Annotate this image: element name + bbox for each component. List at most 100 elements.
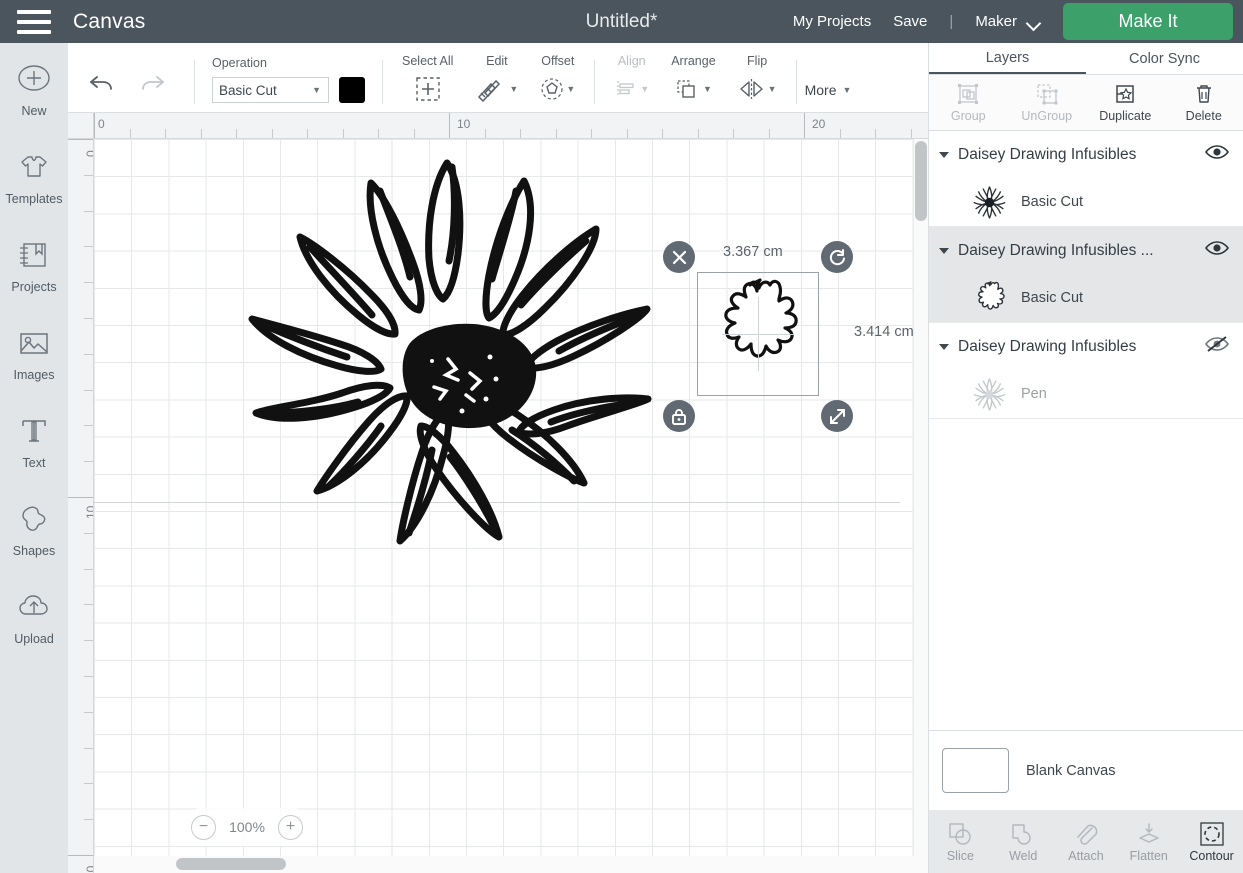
selection-resize-handle[interactable]: [821, 400, 853, 432]
edit-button[interactable]: Edit ▼: [464, 54, 529, 112]
visibility-toggle-icon[interactable]: [1205, 144, 1229, 165]
layers-list[interactable]: Daisey Drawing Infusibles Basic Cut Dais…: [929, 131, 1243, 730]
visibility-toggle-icon[interactable]: [1205, 335, 1229, 358]
layer-header[interactable]: Daisey Drawing Infusibles ...: [929, 227, 1243, 274]
horizontal-ruler[interactable]: 0 10 20: [68, 113, 928, 139]
left-rail: New Templates Projects Images Text Shape…: [0, 43, 68, 873]
zoom-out-button[interactable]: −: [191, 814, 216, 840]
chevron-down-icon[interactable]: [939, 343, 949, 350]
arrange-icon: ▼: [675, 75, 712, 103]
horizontal-scroll-thumb[interactable]: [176, 858, 286, 870]
canvas-color-label: Blank Canvas: [1026, 762, 1116, 779]
layer-actions-bar: Group UnGroup Duplicate Delete: [929, 75, 1243, 131]
rail-item-text[interactable]: Text: [0, 413, 68, 501]
selection-height-label: 3.414 cm: [854, 324, 914, 340]
rail-item-shapes[interactable]: Shapes: [0, 501, 68, 589]
flatten-button[interactable]: Flatten: [1117, 821, 1180, 863]
design-grid[interactable]: [94, 139, 928, 873]
layer-name: Daisey Drawing Infusibles ...: [958, 241, 1154, 259]
zoom-in-button[interactable]: +: [278, 814, 303, 840]
selection-width-label: 3.367 cm: [723, 244, 783, 260]
my-projects-link[interactable]: My Projects: [793, 13, 871, 30]
flip-icon: ▼: [738, 75, 777, 103]
canvas-label: Canvas: [73, 9, 146, 33]
plus-circle-icon: [18, 65, 50, 91]
slice-button[interactable]: Slice: [929, 821, 992, 863]
history-group: [68, 42, 186, 112]
rail-label: Text: [22, 456, 46, 470]
selection-bounding-box[interactable]: [697, 272, 819, 396]
ruler-h-label: 20: [812, 117, 826, 131]
visibility-toggle-icon[interactable]: [1205, 240, 1229, 261]
rail-label: New: [21, 104, 47, 118]
duplicate-button[interactable]: Duplicate: [1086, 75, 1165, 130]
contour-button[interactable]: Contour: [1180, 821, 1243, 863]
tab-layers[interactable]: Layers: [929, 43, 1086, 74]
chevron-down-icon: ▼: [767, 84, 777, 94]
layer-group[interactable]: Daisey Drawing Infusibles ... Basic Cut: [929, 227, 1243, 323]
machine-name: Maker: [975, 13, 1017, 30]
flip-button[interactable]: Flip ▼: [727, 54, 788, 112]
daisy-artwork-large[interactable]: [204, 147, 704, 567]
rail-item-images[interactable]: Images: [0, 325, 68, 413]
layer-header[interactable]: Daisey Drawing Infusibles: [929, 323, 1243, 370]
layer-item[interactable]: Basic Cut: [929, 274, 1243, 322]
operation-color-swatch[interactable]: [339, 77, 365, 103]
layer-group[interactable]: Daisey Drawing Infusibles Basic Cut: [929, 131, 1243, 227]
delete-button[interactable]: Delete: [1165, 75, 1243, 130]
align-button[interactable]: Align ▼: [603, 54, 660, 112]
ruler-h-label: 0: [98, 117, 105, 131]
rail-item-upload[interactable]: Upload: [0, 589, 68, 677]
top-bar-actions: My Projects Save | Maker Make It: [793, 3, 1243, 40]
close-x-icon: [672, 250, 686, 264]
canvas-color-swatch[interactable]: [942, 748, 1009, 793]
make-it-button[interactable]: Make It: [1063, 3, 1233, 40]
edit-label: Edit: [486, 54, 508, 68]
rail-item-templates[interactable]: Templates: [0, 149, 68, 237]
chevron-down-icon[interactable]: [939, 247, 949, 254]
layer-item[interactable]: Pen: [929, 370, 1243, 418]
shape-tools-bar: Slice Weld Attach Flatten Contour: [929, 810, 1243, 873]
layer-header[interactable]: Daisey Drawing Infusibles: [929, 131, 1243, 178]
more-button[interactable]: More ▼: [805, 82, 852, 112]
select-all-button[interactable]: Select All: [391, 54, 464, 112]
operation-select[interactable]: Basic Cut ▼: [212, 77, 329, 103]
arrange-button[interactable]: Arrange ▼: [660, 54, 726, 112]
zoom-level-label: 100%: [229, 819, 265, 835]
paperclip-icon: [1077, 824, 1098, 845]
selection-lock-handle[interactable]: [663, 400, 695, 432]
slice-icon: [949, 822, 972, 845]
operation-value: Basic Cut: [219, 82, 277, 98]
rail-label: Upload: [14, 632, 54, 646]
contour-icon: [1199, 821, 1224, 846]
undo-button[interactable]: [77, 69, 127, 112]
layer-group[interactable]: Daisey Drawing Infusibles Pen: [929, 323, 1243, 419]
ungroup-button[interactable]: UnGroup: [1008, 75, 1087, 130]
redo-button[interactable]: [127, 69, 177, 112]
picture-icon: [20, 333, 48, 354]
rail-item-projects[interactable]: Projects: [0, 237, 68, 325]
attach-label: Attach: [1068, 848, 1104, 863]
layer-item[interactable]: Basic Cut: [929, 178, 1243, 226]
canvas-color-row[interactable]: Blank Canvas: [929, 730, 1243, 810]
slice-label: Slice: [946, 848, 974, 863]
vertical-ruler[interactable]: 0 10 20: [68, 139, 94, 873]
chevron-down-icon[interactable]: [939, 151, 949, 158]
attach-button[interactable]: Attach: [1055, 821, 1118, 863]
offset-button[interactable]: Offset ▼: [529, 54, 586, 112]
flatten-label: Flatten: [1129, 848, 1168, 863]
group-button[interactable]: Group: [929, 75, 1008, 130]
selection-close-handle[interactable]: [663, 241, 695, 273]
save-button[interactable]: Save: [893, 13, 927, 30]
canvas-vertical-scrollbar[interactable]: [913, 139, 928, 873]
machine-selector[interactable]: Maker: [975, 13, 1041, 30]
hamburger-icon[interactable]: [17, 9, 51, 34]
weld-button[interactable]: Weld: [992, 821, 1055, 863]
selection-rotate-handle[interactable]: [821, 241, 853, 273]
vertical-scroll-thumb[interactable]: [915, 141, 927, 221]
operation-group: Operation Basic Cut ▼: [203, 42, 374, 112]
tab-color-sync[interactable]: Color Sync: [1086, 43, 1243, 74]
canvas-horizontal-scrollbar[interactable]: [94, 856, 928, 873]
rail-item-new[interactable]: New: [0, 61, 68, 149]
layer-operation: Pen: [1021, 386, 1047, 402]
